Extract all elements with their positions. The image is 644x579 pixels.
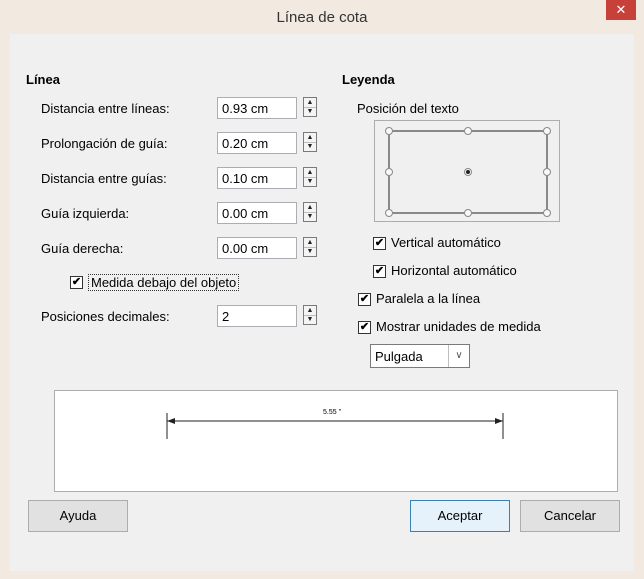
- chevron-down-icon[interactable]: ∨: [448, 345, 469, 367]
- vertical-automatico-checkbox[interactable]: ✔: [373, 237, 386, 250]
- title-bar: Línea de cota ✕: [0, 0, 644, 34]
- medida-debajo-checkbox[interactable]: ✔: [70, 276, 83, 289]
- position-radio[interactable]: [385, 168, 393, 176]
- linea-section-title: Línea: [26, 72, 60, 87]
- medida-debajo-label[interactable]: Medida debajo del objeto: [88, 274, 240, 291]
- unidad-medida-select[interactable]: Pulgada ∨: [370, 344, 470, 368]
- window-title: Línea de cota: [276, 9, 368, 26]
- position-radio[interactable]: [385, 209, 393, 217]
- mostrar-unidades-label[interactable]: Mostrar unidades de medida: [376, 319, 541, 334]
- distancia-lineas-input[interactable]: 0.93 cm: [217, 97, 297, 119]
- distancia-guias-spinner[interactable]: ▲ ▼: [303, 167, 317, 187]
- dialog-content: Línea Distancia entre líneas: 0.93 cm ▲ ▼…: [10, 34, 634, 571]
- position-radio[interactable]: [543, 209, 551, 217]
- horizontal-automatico-label[interactable]: Horizontal automático: [391, 263, 517, 278]
- position-radio[interactable]: [543, 127, 551, 135]
- help-button[interactable]: Ayuda: [28, 500, 128, 532]
- posicion-texto-label: Posición del texto: [357, 101, 459, 116]
- distancia-guias-input[interactable]: 0.10 cm: [217, 167, 297, 189]
- guia-izquierda-input[interactable]: 0.00 cm: [217, 202, 297, 224]
- position-radio[interactable]: [385, 127, 393, 135]
- distancia-guias-label: Distancia entre guías:: [41, 171, 167, 186]
- prolongacion-guia-input[interactable]: 0.20 cm: [217, 132, 297, 154]
- distancia-lineas-label: Distancia entre líneas:: [41, 101, 170, 116]
- prolongacion-guia-spinner[interactable]: ▲ ▼: [303, 132, 317, 152]
- measure-text: 5.55 ": [323, 409, 342, 416]
- spin-down-icon[interactable]: ▼: [304, 315, 316, 324]
- leyenda-section-title: Leyenda: [342, 72, 395, 87]
- spin-down-icon[interactable]: ▼: [304, 177, 316, 186]
- preview-area: 5.55 ": [54, 390, 618, 492]
- vertical-automatico-label[interactable]: Vertical automático: [391, 235, 501, 250]
- posiciones-decimales-label: Posiciones decimales:: [41, 309, 170, 324]
- spin-down-icon[interactable]: ▼: [304, 107, 316, 116]
- paralela-linea-label[interactable]: Paralela a la línea: [376, 291, 480, 306]
- position-radio-selected[interactable]: [464, 168, 472, 176]
- paralela-linea-checkbox[interactable]: ✔: [358, 293, 371, 306]
- guia-izquierda-label: Guía izquierda:: [41, 206, 130, 221]
- position-radio[interactable]: [543, 168, 551, 176]
- guia-derecha-label: Guía derecha:: [41, 241, 124, 256]
- distancia-lineas-spinner[interactable]: ▲ ▼: [303, 97, 317, 117]
- posiciones-decimales-input[interactable]: 2: [217, 305, 297, 327]
- guia-izquierda-spinner[interactable]: ▲ ▼: [303, 202, 317, 222]
- window-frame: [0, 34, 10, 579]
- mostrar-unidades-checkbox[interactable]: ✔: [358, 321, 371, 334]
- spin-down-icon[interactable]: ▼: [304, 247, 316, 256]
- ok-button[interactable]: Aceptar: [410, 500, 510, 532]
- position-radio[interactable]: [464, 127, 472, 135]
- posiciones-decimales-spinner[interactable]: ▲ ▼: [303, 305, 317, 325]
- cancel-button[interactable]: Cancelar: [520, 500, 620, 532]
- spin-down-icon[interactable]: ▼: [304, 142, 316, 151]
- text-position-selector[interactable]: [374, 120, 560, 222]
- guia-derecha-spinner[interactable]: ▲ ▼: [303, 237, 317, 257]
- close-icon[interactable]: ✕: [606, 0, 636, 20]
- prolongacion-guia-label: Prolongación de guía:: [41, 136, 168, 151]
- spin-down-icon[interactable]: ▼: [304, 212, 316, 221]
- dimension-line-preview: [166, 413, 504, 439]
- position-radio[interactable]: [464, 209, 472, 217]
- guia-derecha-input[interactable]: 0.00 cm: [217, 237, 297, 259]
- horizontal-automatico-checkbox[interactable]: ✔: [373, 265, 386, 278]
